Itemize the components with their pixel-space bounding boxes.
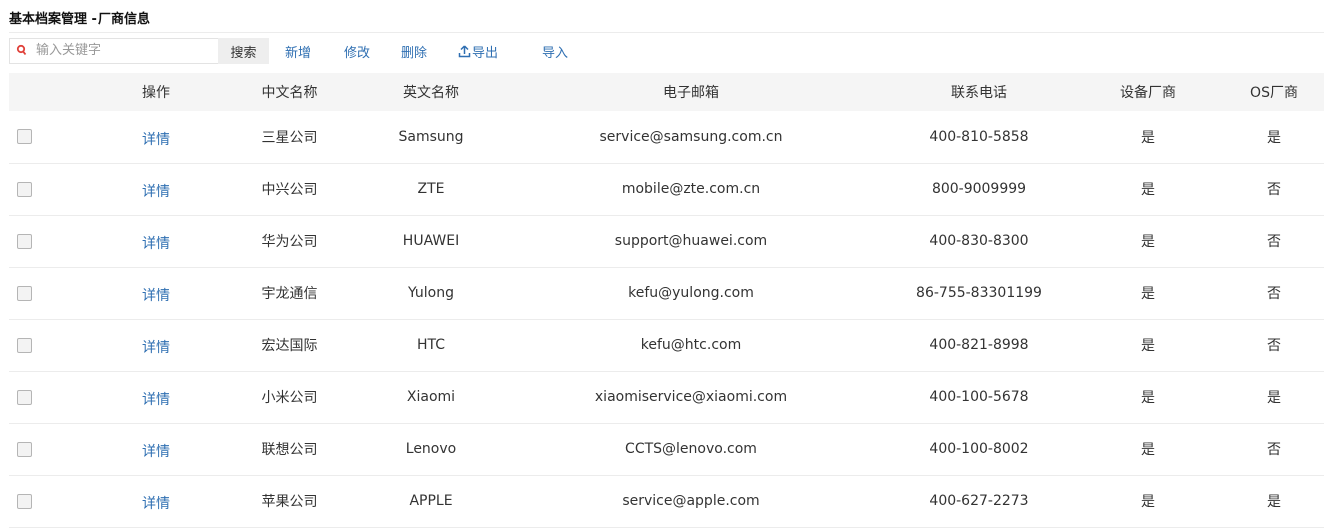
cell-phone: 400-100-5678 [929,389,1029,405]
cell-email: service@samsung.com.cn [599,128,783,145]
row-checkbox[interactable] [17,337,32,353]
cell-device-vendor: 是 [1141,338,1155,354]
row-checkbox[interactable] [17,493,32,509]
export-label: 导出 [472,46,499,61]
detail-link[interactable]: 详情 [142,132,170,148]
cell-email: kefu@yulong.com [628,285,754,301]
cell-phone: 400-810-5858 [929,128,1029,145]
table-row: 详情 联想公司 Lenovo CCTS@lenovo.com 400-100-8… [9,423,1324,475]
cell-device-vendor: 是 [1141,442,1155,458]
table-row: 详情 华为公司 HUAWEI support@huawei.com 400-83… [9,215,1324,267]
search-icon [16,44,27,56]
cell-os-vendor: 是 [1267,494,1281,510]
cell-chinese-name: 联想公司 [261,442,318,458]
cell-english-name: APPLE [409,493,453,509]
table-header-row: 操作 中文名称 英文名称 电子邮箱 联系电话 设备厂商 OS厂商 [9,73,1324,111]
cell-email: xiaomiservice@xiaomi.com [594,389,788,405]
cell-os-vendor: 是 [1267,390,1281,406]
detail-link[interactable]: 详情 [142,236,170,252]
row-checkbox[interactable] [17,181,32,197]
cell-device-vendor: 是 [1141,129,1155,146]
row-checkbox[interactable] [17,389,32,405]
cell-phone: 800-9009999 [931,181,1027,197]
column-header: 设备厂商 [1120,85,1176,101]
upload-icon [458,45,471,58]
cell-device-vendor: 是 [1141,494,1155,510]
cell-os-vendor: 否 [1267,442,1281,458]
table-row: 详情 三星公司 Samsung service@samsung.com.cn 4… [9,111,1324,163]
table-row: 详情 苹果公司 APPLE service@apple.com 400-627-… [9,475,1324,527]
cell-device-vendor: 是 [1141,234,1155,250]
cell-chinese-name: 宇龙通信 [261,286,318,302]
delete-button[interactable]: 删除 [401,42,427,61]
cell-chinese-name: 宏达国际 [261,338,318,354]
cell-phone: 400-100-8002 [929,441,1029,457]
vendor-table: 操作 中文名称 英文名称 电子邮箱 联系电话 设备厂商 OS厂商 详情 三星公司… [9,73,1324,528]
search-button[interactable]: 搜索 [218,38,269,64]
cell-os-vendor: 否 [1267,286,1281,302]
cell-phone: 86-755-83301199 [916,285,1042,301]
column-header: 中文名称 [261,85,318,101]
detail-link[interactable]: 详情 [142,184,170,200]
cell-english-name: HTC [416,337,446,353]
cell-english-name: ZTE [417,181,445,197]
row-checkbox[interactable] [17,233,32,249]
cell-chinese-name: 中兴公司 [261,182,318,198]
cell-chinese-name: 苹果公司 [261,494,318,510]
cell-english-name: HUAWEI [402,233,460,249]
cell-os-vendor: 否 [1267,338,1281,354]
cell-device-vendor: 是 [1141,286,1155,302]
detail-link[interactable]: 详情 [142,496,170,512]
breadcrumb-parent: 基本档案管理 - [9,12,97,27]
cell-os-vendor: 否 [1267,182,1281,198]
cell-english-name: Samsung [398,128,464,145]
cell-device-vendor: 是 [1141,390,1155,406]
add-button[interactable]: 新增 [285,42,311,61]
cell-os-vendor: 是 [1267,129,1281,146]
table-row: 详情 宏达国际 HTC kefu@htc.com 400-821-8998 是 … [9,319,1324,371]
cell-email: mobile@zte.com.cn [621,181,761,197]
toolbar: 搜索 新增 修改 删除 导出 导入 [9,38,1009,64]
column-header: 操作 [142,85,170,101]
column-header: 电子邮箱 [663,85,719,101]
cell-email: CCTS@lenovo.com [625,441,757,457]
column-header-select [9,73,99,111]
table-row: 详情 小米公司 Xiaomi xiaomiservice@xiaomi.com … [9,371,1324,423]
row-checkbox[interactable] [17,129,32,145]
edit-button[interactable]: 修改 [344,42,370,61]
cell-email: service@apple.com [622,493,760,509]
cell-chinese-name: 小米公司 [261,390,318,406]
detail-link[interactable]: 详情 [142,340,170,356]
detail-link[interactable]: 详情 [142,444,170,460]
column-header: OS厂商 [1250,85,1298,101]
detail-link[interactable]: 详情 [142,288,170,304]
cell-english-name: Lenovo [405,441,457,457]
column-header: 英文名称 [403,85,459,101]
detail-link[interactable]: 详情 [142,392,170,408]
table-row: 详情 中兴公司 ZTE mobile@zte.com.cn 800-900999… [9,163,1324,215]
page-header: 基本档案管理 - 厂商信息 [9,0,1324,33]
cell-chinese-name: 三星公司 [261,129,318,146]
row-checkbox[interactable] [17,285,32,301]
cell-device-vendor: 是 [1141,182,1155,198]
row-checkbox[interactable] [17,441,32,457]
search-input[interactable] [36,40,214,60]
table-row: 详情 宇龙通信 Yulong kefu@yulong.com 86-755-83… [9,267,1324,319]
cell-english-name: Yulong [407,285,455,301]
page-title: 厂商信息 [98,12,151,27]
export-button[interactable]: 导出 [458,42,498,61]
cell-email: kefu@htc.com [640,337,742,353]
cell-phone: 400-821-8998 [929,337,1029,353]
cell-os-vendor: 否 [1267,234,1281,250]
cell-chinese-name: 华为公司 [261,234,318,250]
cell-english-name: Xiaomi [406,389,456,405]
cell-email: support@huawei.com [614,233,768,249]
column-header: 联系电话 [951,85,1007,101]
search-box [9,38,218,64]
import-button[interactable]: 导入 [542,42,568,61]
cell-phone: 400-627-2273 [929,493,1029,509]
cell-phone: 400-830-8300 [929,233,1029,249]
